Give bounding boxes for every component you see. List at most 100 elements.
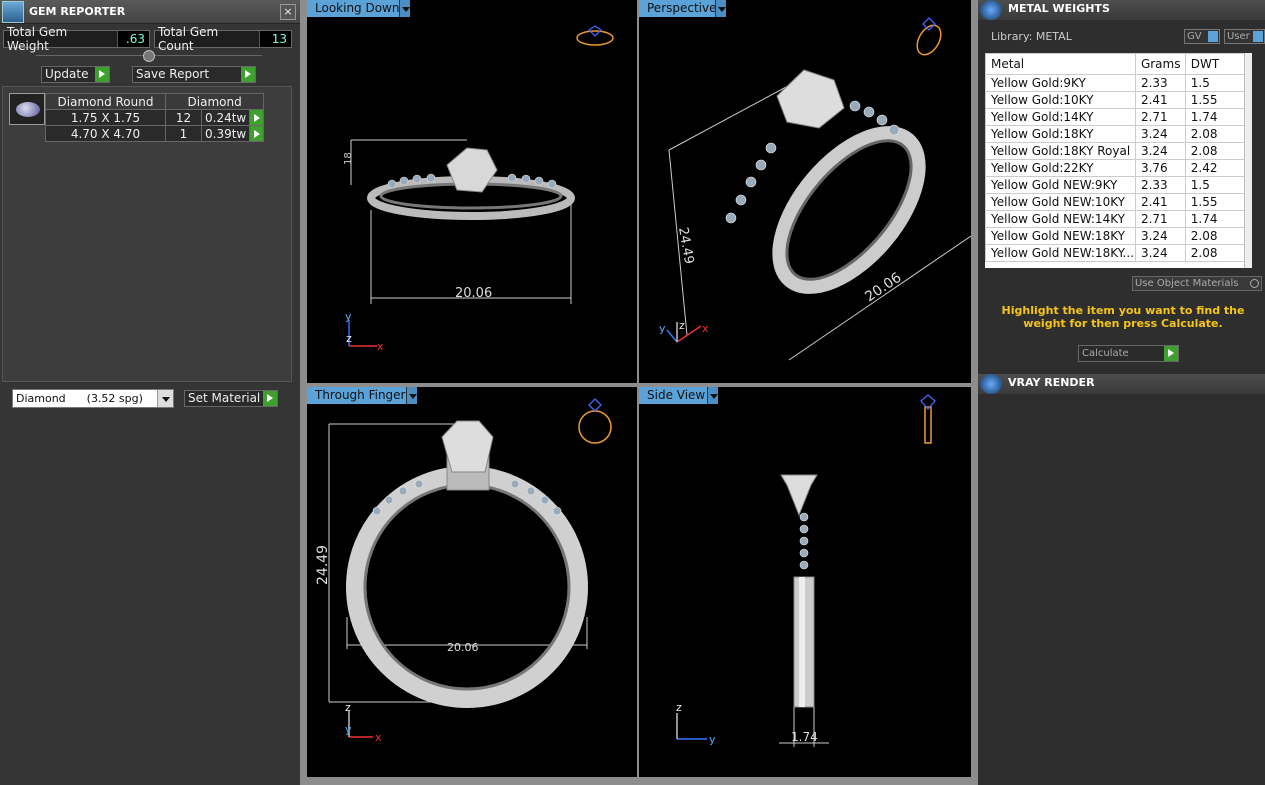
metal-dwt: 1.55	[1184, 91, 1246, 109]
metal-row[interactable]: Yellow Gold NEW:18KY 3.24 2.08	[985, 227, 1246, 245]
view-label-through-finger: Through Finger	[307, 387, 414, 404]
use-object-materials-toggle[interactable]: Use Object Materials	[1132, 276, 1262, 291]
close-button[interactable]: ×	[280, 3, 296, 20]
metal-dwt: 1.5	[1184, 176, 1246, 194]
metal-dwt: 2.42	[1184, 159, 1246, 177]
metal-row[interactable]: Yellow Gold NEW:14KY 2.71 1.74	[985, 210, 1246, 228]
toggle-icon	[1208, 31, 1218, 42]
header-dwt[interactable]: DWT	[1184, 53, 1246, 75]
gem-header-type: Diamond	[164, 93, 265, 110]
splitter-handle[interactable]	[143, 50, 155, 62]
metal-grams: 2.71	[1134, 108, 1186, 126]
metal-row[interactable]: Yellow Gold:18KY Royal 3.24 2.08	[985, 142, 1246, 160]
calculate-label: Calculate	[1082, 348, 1129, 359]
set-material-button[interactable]: Set Material	[184, 390, 278, 407]
viewport-perspective[interactable]: 24.49 20.06 x y z Perspective	[639, 0, 971, 383]
metal-name: Yellow Gold:22KY	[985, 159, 1136, 177]
toggle-icon	[1253, 31, 1263, 42]
metal-grams: 3.24	[1134, 227, 1186, 245]
view-dropdown[interactable]	[406, 387, 417, 404]
vray-render-title: VRAY RENDER	[1008, 376, 1095, 389]
ring-top-render: 18 20.06 x y z	[343, 25, 614, 353]
metal-row[interactable]: Yellow Gold:9KY 2.33 1.5	[985, 74, 1246, 92]
metal-row[interactable]: Yellow Gold:14KY 2.71 1.74	[985, 108, 1246, 126]
save-report-button[interactable]: Save Report	[132, 66, 256, 83]
chevron-down-icon	[157, 390, 173, 407]
metal-weights-title: METAL WEIGHTS	[1008, 2, 1110, 15]
gem-size: 1.75 X 1.75	[45, 109, 166, 126]
total-gem-weight: Total Gem Weight .63	[3, 25, 150, 53]
dim-width: 20.06	[455, 286, 492, 301]
metal-grams: 3.24	[1134, 244, 1186, 262]
update-label: Update	[45, 67, 89, 81]
metal-name: Yellow Gold:14KY	[985, 108, 1136, 126]
metal-grams: 2.33	[1134, 176, 1186, 194]
header-metal[interactable]: Metal	[985, 53, 1136, 75]
metal-name: Yellow Gold NEW:18KY...	[985, 244, 1136, 262]
viewport-through-finger[interactable]: 24.49 20.06 x z y Through Finger	[307, 387, 637, 777]
metal-row[interactable]: Yellow Gold NEW:18KY... 3.24 2.08	[985, 244, 1246, 262]
metal-name: Yellow Gold:18KY	[985, 125, 1136, 143]
update-button[interactable]: Update	[41, 66, 110, 83]
select-gem-button[interactable]	[249, 109, 265, 126]
gem-weight: 0.24tw	[200, 109, 251, 126]
metal-row[interactable]: Yellow Gold NEW:10KY 2.41 1.55	[985, 193, 1246, 211]
gv-label: GV	[1187, 31, 1202, 42]
metal-weights-panel: METAL WEIGHTS Library: METAL GV User Met…	[978, 0, 1265, 785]
instructions-text: Highlight the item you want to find the …	[1001, 304, 1245, 330]
user-toggle[interactable]: User	[1224, 29, 1265, 44]
select-gem-button[interactable]	[249, 125, 265, 142]
total-gem-count-value: 13	[259, 31, 291, 47]
gem-row[interactable]: 1.75 X 1.75 12 0.24tw	[45, 109, 265, 126]
gv-toggle[interactable]: GV	[1184, 29, 1220, 44]
axis-z: z	[345, 701, 351, 714]
metal-dwt: 2.08	[1184, 227, 1246, 245]
metal-name: Yellow Gold:9KY	[985, 74, 1136, 92]
gem-reporter-icon	[2, 0, 24, 23]
dim-height: 24.49	[675, 226, 696, 265]
viewport-side-view[interactable]: 1.74 y z Side View	[639, 387, 971, 777]
gem-reporter-title: GEM REPORTER	[29, 5, 126, 18]
material-select-value: Diamond (3.52 spg)	[16, 392, 143, 405]
ring-front-render: 24.49 20.06 x z y	[315, 398, 612, 744]
calculate-button[interactable]: Calculate	[1078, 345, 1179, 362]
ring-side-render: 1.74 y z	[676, 394, 936, 747]
vray-icon	[980, 374, 1002, 394]
metal-row[interactable]: Yellow Gold NEW:9KY 2.33 1.5	[985, 176, 1246, 194]
material-select[interactable]: Diamond (3.52 spg)	[12, 389, 174, 408]
metal-dwt: 1.55	[1184, 193, 1246, 211]
dim-width: 1.74	[791, 730, 818, 744]
metal-row[interactable]: Yellow Gold:10KY 2.41 1.55	[985, 91, 1246, 109]
metal-row[interactable]: Yellow Gold:22KY 3.76 2.42	[985, 159, 1246, 177]
gem-count: 12	[165, 109, 202, 126]
viewport-looking-down[interactable]: 18 20.06 x y z Looking Down	[307, 0, 637, 383]
gem-row[interactable]: 4.70 X 4.70 1 0.39tw	[45, 125, 265, 142]
metal-name: Yellow Gold:18KY Royal	[985, 142, 1136, 160]
diamond-round-icon	[9, 93, 45, 125]
metal-name: Yellow Gold NEW:18KY	[985, 227, 1136, 245]
view-dropdown[interactable]	[399, 0, 410, 17]
user-label: User	[1227, 31, 1250, 42]
metal-weights-icon	[980, 0, 1002, 20]
metal-grams: 3.76	[1134, 159, 1186, 177]
header-grams[interactable]: Grams	[1134, 53, 1186, 75]
library-label: Library: METAL	[991, 30, 1072, 43]
play-icon	[263, 391, 277, 406]
view-dropdown[interactable]	[707, 387, 718, 404]
metal-dwt: 1.74	[1184, 210, 1246, 228]
metal-table: Metal Grams DWT Yellow Gold:9KY 2.33 1.5 Ye…	[985, 53, 1252, 268]
ring-perspective-render: 24.49 20.06 x y z	[659, 17, 971, 361]
axis-z: z	[676, 701, 682, 714]
view-dropdown[interactable]	[715, 0, 726, 17]
metal-grams: 3.24	[1134, 125, 1186, 143]
dim-width: 20.06	[862, 270, 904, 306]
scrollbar[interactable]	[1244, 53, 1252, 268]
metal-weights-titlebar: METAL WEIGHTS	[978, 0, 1265, 20]
metal-row[interactable]: Yellow Gold:18KY 3.24 2.08	[985, 125, 1246, 143]
play-icon	[95, 67, 109, 82]
axis-y: y	[345, 310, 352, 323]
metal-name: Yellow Gold NEW:9KY	[985, 176, 1136, 194]
axis-y: y	[709, 733, 716, 746]
total-gem-count: Total Gem Count 13	[154, 25, 292, 53]
total-gem-weight-label: Total Gem Weight	[7, 25, 68, 53]
